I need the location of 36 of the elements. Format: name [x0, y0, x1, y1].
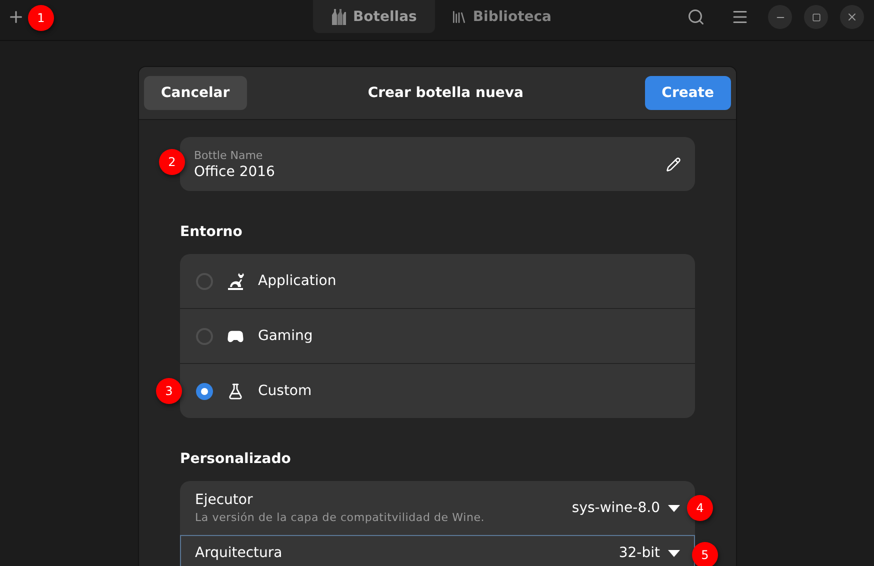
- view-tab[interactable]: Biblioteca: [440, 0, 562, 33]
- dialog-title: Crear botella nueva: [368, 85, 524, 101]
- field-label: Bottle Name: [194, 148, 264, 162]
- caret-icon: [668, 550, 680, 556]
- caret-icon: [668, 504, 680, 512]
- edit-icon[interactable]: [666, 156, 681, 172]
- radio-button[interactable]: [196, 328, 213, 344]
- section-heading: Entorno: [180, 224, 244, 240]
- option-label: Custom: [258, 383, 312, 399]
- maximize-icon: [812, 12, 820, 22]
- radio-button[interactable]: [196, 272, 213, 290]
- plus-icon: [7, 8, 25, 26]
- menu-icon: [731, 8, 749, 26]
- cancel-button[interactable]: Cancelar: [144, 76, 247, 110]
- create-button[interactable]: Create: [644, 76, 731, 110]
- setting-label: Ejecutor: [195, 492, 254, 508]
- flask-icon: [227, 382, 244, 400]
- wrench-icon: [227, 272, 244, 290]
- option-label: Gaming: [258, 328, 313, 344]
- bottles-icon: [331, 8, 347, 24]
- setting-label: Arquitectura: [195, 545, 284, 561]
- name-field[interactable]: Bottle Name Office 2016: [180, 137, 695, 191]
- section-heading: Personalizado: [180, 451, 292, 467]
- view-tab[interactable]: Botellas: [313, 0, 435, 33]
- setting-row[interactable]: Arquitectura 32-bit: [180, 535, 695, 566]
- search-icon: [687, 8, 705, 26]
- library-icon: [450, 8, 467, 24]
- setting-description: La versión de la capa de compatitvilidad de Wine.: [195, 511, 486, 524]
- name-input[interactable]: Office 2016: [194, 164, 666, 180]
- close-icon: [846, 11, 858, 23]
- close-button[interactable]: [840, 5, 864, 29]
- dropdown[interactable]: 32-bit: [618, 545, 680, 561]
- dropdown[interactable]: sys-wine-8.0: [572, 500, 680, 516]
- radio-button[interactable]: [196, 382, 213, 400]
- option-label: Application: [258, 273, 336, 289]
- maximize-button[interactable]: [804, 5, 828, 29]
